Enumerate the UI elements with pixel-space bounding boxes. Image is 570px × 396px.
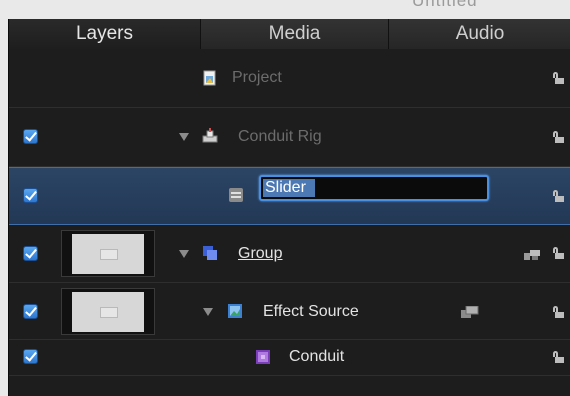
- lock-icon[interactable]: [553, 72, 564, 84]
- lock-icon[interactable]: [553, 306, 564, 318]
- layer-row-project[interactable]: Project: [9, 49, 570, 108]
- layer-name: Project: [232, 69, 282, 86]
- effect-source-icon: [228, 304, 242, 318]
- group-icon: [203, 246, 217, 260]
- layer-thumbnail: [61, 288, 155, 335]
- layer-row-effect-source[interactable]: Effect Source: [9, 283, 570, 340]
- layer-thumbnail: [61, 230, 155, 277]
- layers-panel: Layers Media Audio Project Conduit Rig S…: [8, 19, 570, 396]
- conduit-icon: [256, 350, 270, 364]
- layer-name: Conduit: [289, 348, 345, 365]
- disclosure-triangle-icon[interactable]: [179, 133, 189, 141]
- tab-layers[interactable]: Layers: [9, 19, 201, 49]
- layer-name-selected-text: Slider: [263, 179, 315, 197]
- layer-row-conduit-rig[interactable]: Conduit Rig: [9, 108, 570, 167]
- lock-icon[interactable]: [553, 247, 564, 259]
- rig-icon: [202, 128, 218, 143]
- project-icon: [203, 70, 216, 86]
- tab-audio[interactable]: Audio: [389, 19, 570, 49]
- tab-media[interactable]: Media: [201, 19, 389, 49]
- slider-widget-icon: [229, 188, 243, 202]
- visibility-checkbox[interactable]: [23, 349, 38, 364]
- visibility-checkbox[interactable]: [23, 246, 38, 261]
- window-title-fragment: Untitled: [412, 0, 478, 10]
- disclosure-triangle-icon[interactable]: [203, 308, 213, 316]
- layer-row-conduit[interactable]: Conduit: [9, 340, 570, 376]
- group-type-icon[interactable]: [524, 249, 542, 261]
- layer-row-group[interactable]: Group: [9, 225, 570, 283]
- lock-icon[interactable]: [553, 190, 564, 202]
- window-top-strip: Untitled: [0, 0, 570, 19]
- layer-name: Effect Source: [263, 303, 359, 320]
- visibility-checkbox[interactable]: [23, 129, 38, 144]
- layer-name: Group: [238, 245, 283, 262]
- layer-name-edit-field[interactable]: Slider: [259, 175, 489, 201]
- lock-icon[interactable]: [553, 351, 564, 363]
- lock-icon[interactable]: [553, 131, 564, 143]
- visibility-checkbox[interactable]: [23, 304, 38, 319]
- disclosure-triangle-icon[interactable]: [179, 250, 189, 258]
- panel-tab-bar: Layers Media Audio: [9, 19, 570, 49]
- layer-name: Conduit Rig: [238, 128, 322, 145]
- clone-layer-icon[interactable]: [461, 306, 479, 318]
- layer-row-slider[interactable]: Slider: [9, 167, 570, 225]
- visibility-checkbox[interactable]: [23, 188, 38, 203]
